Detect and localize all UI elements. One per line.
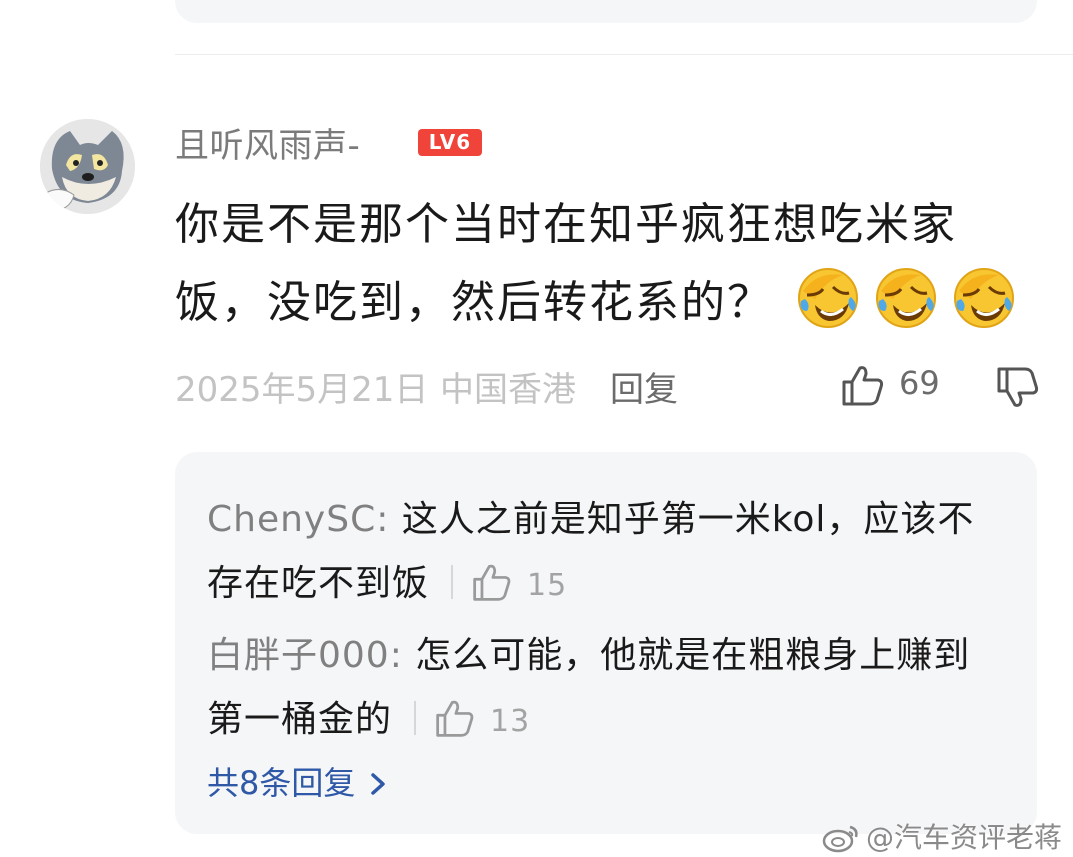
- separator: [414, 701, 417, 735]
- comment-page: 且听风雨声- LV6 你是不是那个当时在知乎疯狂想吃米家饭，没吃到，然后转花系的…: [0, 0, 1073, 857]
- level-badge: LV6: [418, 129, 482, 156]
- comment-body: 你是不是那个当时在知乎疯狂想吃米家饭，没吃到，然后转花系的？: [175, 186, 1035, 342]
- watermark-text: @汽车资评老蒋: [866, 821, 1063, 854]
- more-replies-label: 共8条回复: [207, 764, 356, 802]
- watermark: @汽车资评老蒋: [822, 816, 1062, 856]
- replies-box: ChenySC: 这人之前是知乎第一米kol，应该不存在吃不到饭 15 白胖子0…: [175, 452, 1037, 834]
- emoji-group: [795, 265, 1017, 331]
- reply-author[interactable]: 白胖子000:: [207, 635, 403, 676]
- weibo-logo-icon: [822, 825, 858, 853]
- reply-item[interactable]: 白胖子000: 怎么可能，他就是在粗粮身上赚到第一桶金的 13: [207, 624, 1007, 754]
- thumbs-up-icon[interactable]: [434, 697, 476, 739]
- username[interactable]: 且听风雨声-: [175, 118, 360, 167]
- thumbs-down-icon[interactable]: [995, 365, 1041, 411]
- comment-location: 中国香港: [440, 370, 576, 410]
- laughing-crying-emoji-icon: [876, 268, 936, 328]
- comment-date: 2025年5月21日: [175, 370, 429, 410]
- reply-like-count: 15: [527, 568, 568, 603]
- previous-reply-box: [175, 0, 1037, 23]
- avatar[interactable]: [40, 119, 135, 214]
- view-all-replies-link[interactable]: 共8条回复: [207, 758, 389, 804]
- reply-author[interactable]: ChenySC:: [207, 499, 389, 540]
- like-count: 69: [899, 364, 940, 402]
- separator: [451, 565, 454, 599]
- reply-item[interactable]: ChenySC: 这人之前是知乎第一米kol，应该不存在吃不到饭 15: [207, 488, 1007, 618]
- thumbs-up-icon[interactable]: [471, 561, 513, 603]
- thumbs-up-icon[interactable]: [840, 362, 886, 408]
- chevron-right-icon: [371, 773, 386, 795]
- laughing-crying-emoji-icon: [954, 268, 1014, 328]
- reply-like-count: 13: [490, 704, 531, 739]
- divider: [175, 54, 1073, 55]
- reply-button[interactable]: 回复: [610, 362, 678, 411]
- cat-avatar-icon: [40, 119, 135, 214]
- laughing-crying-emoji-icon: [798, 268, 858, 328]
